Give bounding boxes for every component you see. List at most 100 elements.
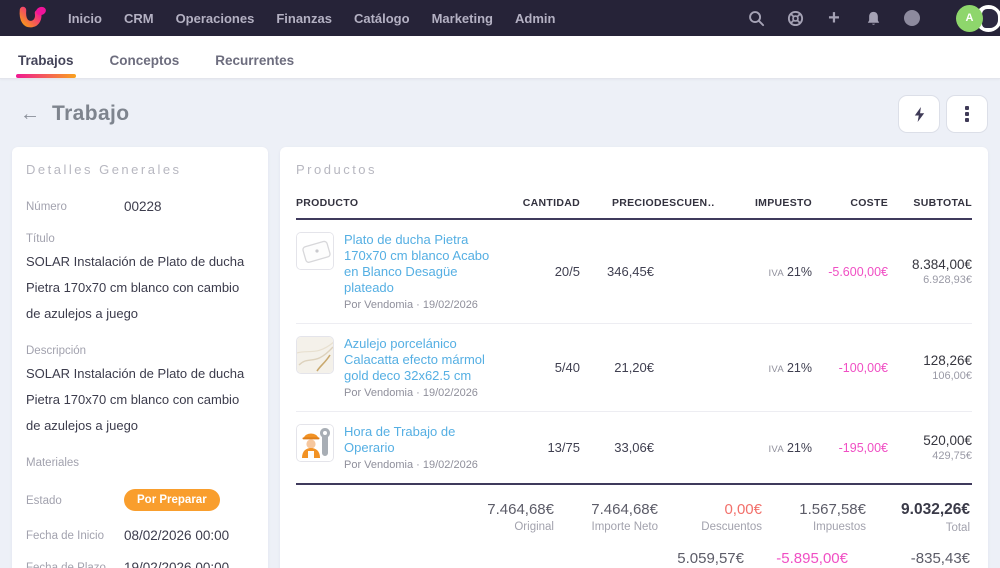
subtotal-value: 8.384,00€ <box>911 257 972 272</box>
field-label: Materiales <box>26 457 80 469</box>
product-thumbnail-worker <box>296 424 334 462</box>
col-precio: PRECIO <box>611 197 654 209</box>
col-subtotal: SUBTOTAL <box>913 197 972 209</box>
product-meta: Por Vendomia · 19/02/2026 <box>344 387 478 399</box>
avatar-group: A <box>942 3 1000 33</box>
lightning-icon <box>914 106 924 122</box>
page-header: ← Trabajo <box>0 79 1000 147</box>
product-row: Azulejo porcelánico Calacatta efecto már… <box>296 324 972 412</box>
subtotal-net: 429,75€ <box>932 450 972 462</box>
tab-conceptos[interactable]: Conceptos <box>108 41 182 78</box>
field-fecha-plazo: Fecha de Plazo 19/02/2026 00:00 <box>26 560 254 568</box>
add-icon[interactable]: + <box>825 8 843 28</box>
quick-actions-button[interactable] <box>898 95 940 133</box>
field-label: Fecha de Inicio <box>26 530 104 542</box>
top-navbar: Inicio CRM Operaciones Finanzas Catálogo… <box>0 0 1000 36</box>
col-cantidad: CANTIDAD <box>522 197 580 209</box>
total-original: 7.464,68€ <box>487 501 554 518</box>
field-label: Número <box>26 201 67 213</box>
product-link[interactable]: Plato de ducha Pietra 170x70 cm blanco A… <box>344 232 494 296</box>
details-section-title: Detalles Generales <box>26 162 182 177</box>
main-menu: Inicio CRM Operaciones Finanzas Catálogo… <box>68 11 555 26</box>
product-meta: Por Vendomia · 19/02/2026 <box>344 299 478 311</box>
status-circle-icon[interactable] <box>903 9 921 27</box>
tax-value: IVA 21% <box>714 439 812 457</box>
subtotal-value: 128,26€ <box>923 353 972 368</box>
menu-inicio[interactable]: Inicio <box>68 11 102 26</box>
field-value: 08/02/2026 00:00 <box>124 528 230 543</box>
price-value: 33,06€ <box>614 440 654 455</box>
notifications-bell-icon[interactable] <box>864 9 882 27</box>
tax-prefix: IVA <box>768 267 784 279</box>
page-actions <box>898 95 988 133</box>
field-label: Fecha de Plazo <box>26 562 106 568</box>
tax-rate: 21% <box>786 440 812 455</box>
totals-section: 7.464,68€ Original 7.464,68€ Importe Neto … <box>296 485 972 568</box>
tax-value: IVA 21% <box>714 263 812 281</box>
col-descuento: DESCUEN… <box>654 197 714 209</box>
subtotal-value: 520,00€ <box>923 433 972 448</box>
vendomia-logo-icon[interactable] <box>10 3 54 33</box>
totals-row-1: 7.464,68€ Original 7.464,68€ Importe Neto … <box>298 501 970 534</box>
price-value: 21,20€ <box>614 360 654 375</box>
tax-value: IVA 21% <box>714 359 812 377</box>
products-table-header: PRODUCTO CANTIDAD PRECIO DESCUEN… IMPUES… <box>296 197 972 220</box>
tax-rate: 21% <box>786 264 812 279</box>
product-meta: Por Vendomia · 19/02/2026 <box>344 459 478 471</box>
field-titulo: Título SOLAR Instalación de Plato de duc… <box>26 231 254 327</box>
product-row: Plato de ducha Pietra 170x70 cm blanco A… <box>296 220 972 324</box>
tax-rate: 21% <box>786 360 812 375</box>
quantity-value: 13/75 <box>547 439 580 455</box>
menu-catalogo[interactable]: Catálogo <box>354 11 410 26</box>
subtotal-net: 6.928,93€ <box>923 274 972 286</box>
product-thumbnail-shower-tray <box>296 232 334 270</box>
total-label: Descuentos <box>701 521 762 533</box>
tab-trabajos[interactable]: Trabajos <box>16 41 76 78</box>
field-value: SOLAR Instalación de Plato de ducha Piet… <box>26 366 245 433</box>
quantity-value: 5/40 <box>554 359 580 375</box>
cost-value: -5.600,00€ <box>828 264 888 279</box>
tax-prefix: IVA <box>768 363 784 375</box>
help-buoy-icon[interactable] <box>786 9 804 27</box>
main-content: Detalles Generales Número 00228 Título S… <box>0 147 1000 568</box>
menu-crm[interactable]: CRM <box>124 11 154 26</box>
more-options-button[interactable] <box>946 95 988 133</box>
field-label: Estado <box>26 495 62 507</box>
total-label: Importe Neto <box>591 521 658 533</box>
product-row: Hora de Trabajo de Operario Por Vendomia… <box>296 412 972 485</box>
total-label: Impuestos <box>812 521 866 533</box>
navbar-actions: + A <box>747 3 1000 33</box>
menu-marketing[interactable]: Marketing <box>432 11 493 26</box>
total-label: Total <box>945 522 970 534</box>
field-numero: Número 00228 <box>26 199 254 214</box>
user-avatar[interactable]: A <box>956 4 983 32</box>
product-link[interactable]: Azulejo porcelánico Calacatta efecto már… <box>344 336 494 384</box>
menu-admin[interactable]: Admin <box>515 11 555 26</box>
col-coste: COSTE <box>850 197 888 209</box>
total-importe-neto: 7.464,68€ <box>591 501 658 518</box>
product-link[interactable]: Hora de Trabajo de Operario <box>344 424 494 456</box>
details-panel: Detalles Generales Número 00228 Título S… <box>12 147 268 568</box>
field-value: 19/02/2026 00:00 <box>124 560 230 568</box>
total-descuentos: 0,00€ <box>724 501 762 518</box>
estado-badge[interactable]: Por Preparar <box>124 489 220 511</box>
total-label: Original <box>514 521 554 533</box>
back-arrow-icon[interactable]: ← <box>20 104 40 124</box>
field-label: Descripción <box>26 345 87 357</box>
tab-recurrentes[interactable]: Recurrentes <box>213 41 296 78</box>
page-title: Trabajo <box>52 102 130 125</box>
tax-prefix: IVA <box>768 443 784 455</box>
field-value: SOLAR Instalación de Plato de ducha Piet… <box>26 254 245 321</box>
subnav-tabs: Trabajos Conceptos Recurrentes <box>0 36 1000 79</box>
col-impuesto: IMPUESTO <box>754 197 812 209</box>
menu-finanzas[interactable]: Finanzas <box>276 11 332 26</box>
col-producto: PRODUCTO <box>296 197 359 209</box>
kebab-menu-icon <box>965 106 969 122</box>
product-thumbnail-tile <box>296 336 334 374</box>
field-materiales: Materiales <box>26 455 254 469</box>
totals-row-2: 5.059,57€Presupuestado -5.895,00€Costes … <box>298 550 970 568</box>
total-costes: -5.895,00€ <box>776 550 848 567</box>
search-icon[interactable] <box>747 9 765 27</box>
field-descripcion: Descripción SOLAR Instalación de Plato d… <box>26 343 254 439</box>
menu-operaciones[interactable]: Operaciones <box>176 11 255 26</box>
